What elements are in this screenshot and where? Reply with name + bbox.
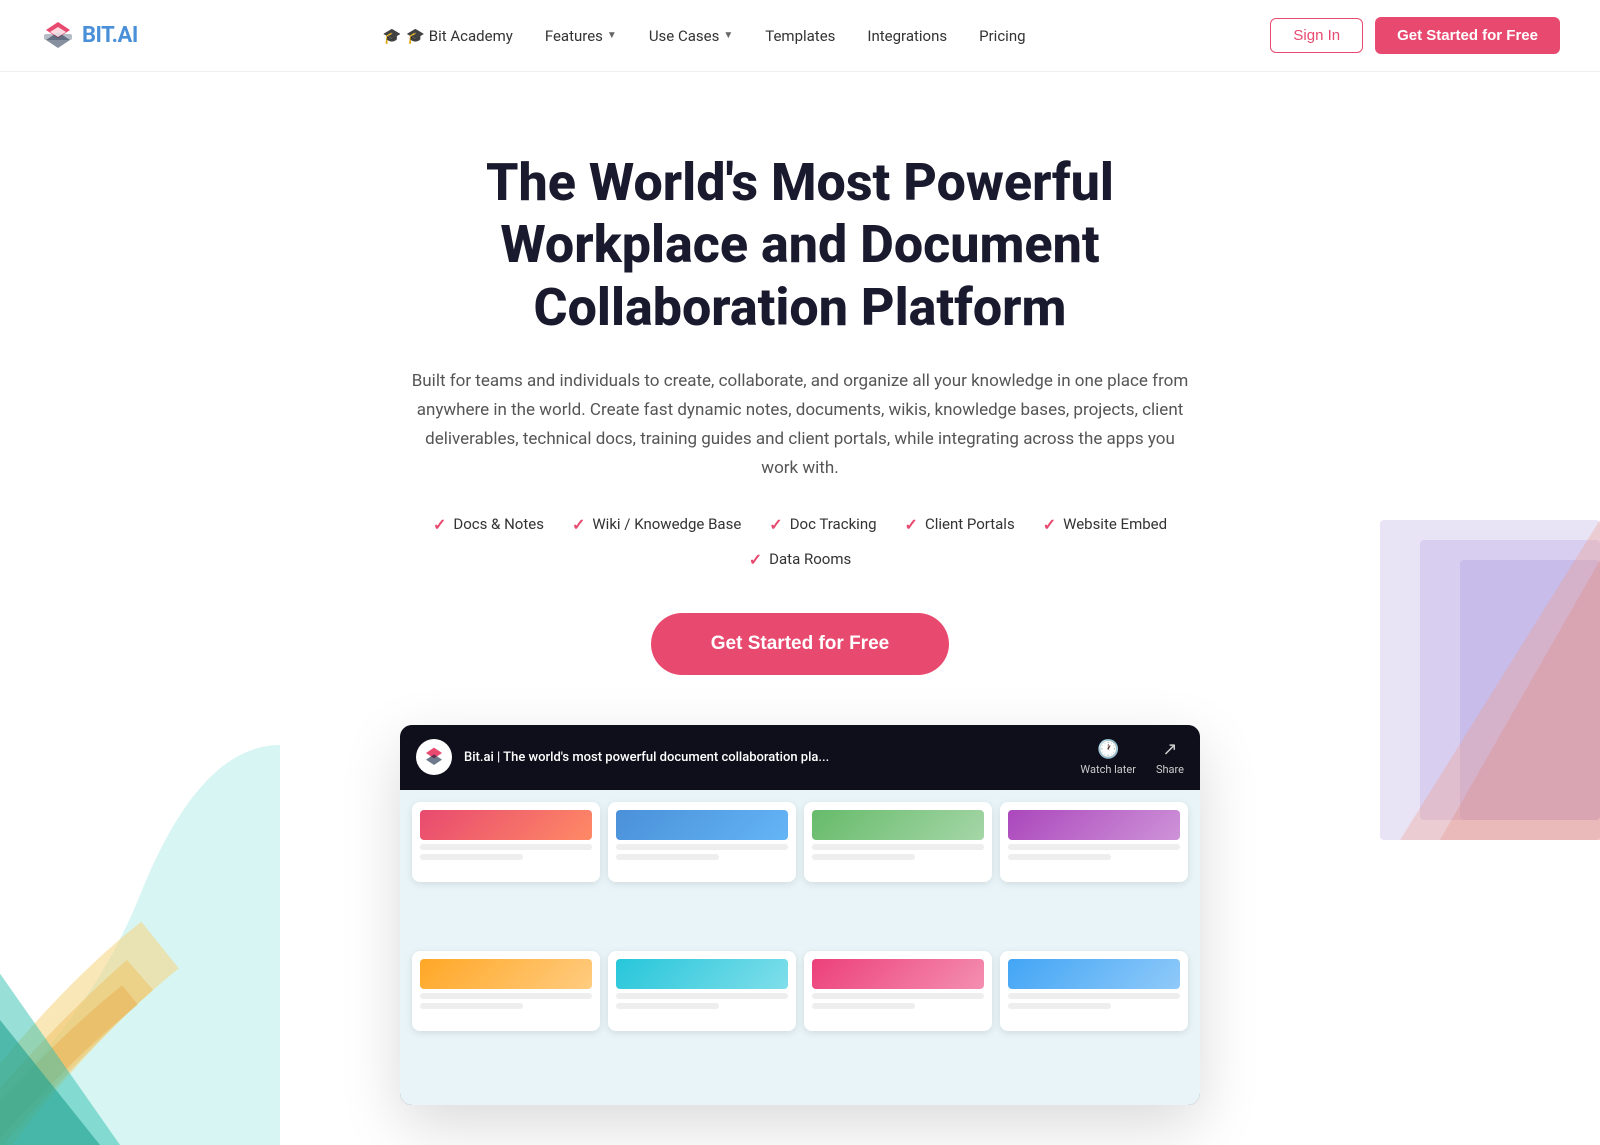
video-card-5	[412, 951, 600, 1031]
video-card-3	[804, 802, 992, 882]
check-icon: ✓	[749, 550, 762, 569]
watch-later-action[interactable]: 🕐 Watch later	[1080, 739, 1136, 776]
video-top-bar: Bit.ai | The world's most powerful docum…	[400, 725, 1200, 790]
hero-title: The World's Most Powerful Workplace and …	[390, 152, 1210, 339]
clock-icon: 🕐	[1097, 739, 1119, 760]
nav-pricing[interactable]: Pricing	[979, 27, 1025, 45]
get-started-hero-button[interactable]: Get Started for Free	[651, 613, 949, 675]
video-title: Bit.ai | The world's most powerful docum…	[464, 750, 829, 765]
nav-use-cases[interactable]: Use Cases ▼	[649, 27, 733, 45]
video-thumbnail: Bit.ai | The world's most powerful docum…	[400, 725, 1200, 1105]
share-icon: ↗	[1162, 739, 1177, 760]
video-card-1	[412, 802, 600, 882]
bg-decoration-right	[1320, 520, 1600, 840]
hero-section: The World's Most Powerful Workplace and …	[350, 72, 1250, 1145]
nav-features[interactable]: Features ▼	[545, 27, 617, 45]
get-started-nav-button[interactable]: Get Started for Free	[1375, 17, 1560, 54]
feature-docs-notes: ✓ Docs & Notes	[433, 515, 544, 534]
chevron-down-icon: ▼	[723, 30, 733, 41]
video-card-4	[1000, 802, 1188, 882]
video-card-7	[804, 951, 992, 1031]
video-card-2	[608, 802, 796, 882]
video-logo	[416, 739, 452, 775]
video-card-8	[1000, 951, 1188, 1031]
nav-bit-academy[interactable]: 🎓 🎓 Bit Academy	[383, 27, 513, 45]
check-icon: ✓	[572, 515, 585, 534]
video-card-6	[608, 951, 796, 1031]
nav-actions: Sign In Get Started for Free	[1270, 17, 1560, 54]
chevron-down-icon: ▼	[607, 30, 617, 41]
nav-links: 🎓 🎓 Bit Academy Features ▼ Use Cases ▼ T…	[383, 27, 1026, 45]
feature-data-rooms: ✓ Data Rooms	[749, 550, 851, 569]
feature-website-embed: ✓ Website Embed	[1043, 515, 1167, 534]
bg-decoration-left	[0, 745, 280, 1145]
feature-wiki: ✓ Wiki / Knowedge Base	[572, 515, 741, 534]
check-icon: ✓	[433, 515, 446, 534]
check-icon: ✓	[769, 515, 782, 534]
share-action[interactable]: ↗ Share	[1156, 739, 1184, 776]
cap-icon: 🎓	[383, 27, 402, 45]
nav-templates[interactable]: Templates	[765, 27, 835, 45]
navbar: BIT.AI 🎓 🎓 Bit Academy Features ▼ Use Ca…	[0, 0, 1600, 72]
check-icon: ✓	[1043, 515, 1056, 534]
feature-doc-tracking: ✓ Doc Tracking	[769, 515, 876, 534]
video-content-area	[400, 790, 1200, 1105]
logo-text: BIT.AI	[82, 23, 138, 48]
video-actions: 🕐 Watch later ↗ Share	[1080, 739, 1184, 776]
signin-button[interactable]: Sign In	[1270, 18, 1363, 53]
video-section[interactable]: Bit.ai | The world's most powerful docum…	[400, 725, 1200, 1105]
logo[interactable]: BIT.AI	[40, 18, 138, 54]
check-icon: ✓	[905, 515, 918, 534]
hero-subtitle: Built for teams and individuals to creat…	[410, 367, 1190, 483]
feature-client-portals: ✓ Client Portals	[905, 515, 1015, 534]
nav-integrations[interactable]: Integrations	[867, 27, 947, 45]
features-list: ✓ Docs & Notes ✓ Wiki / Knowedge Base ✓ …	[390, 515, 1210, 569]
